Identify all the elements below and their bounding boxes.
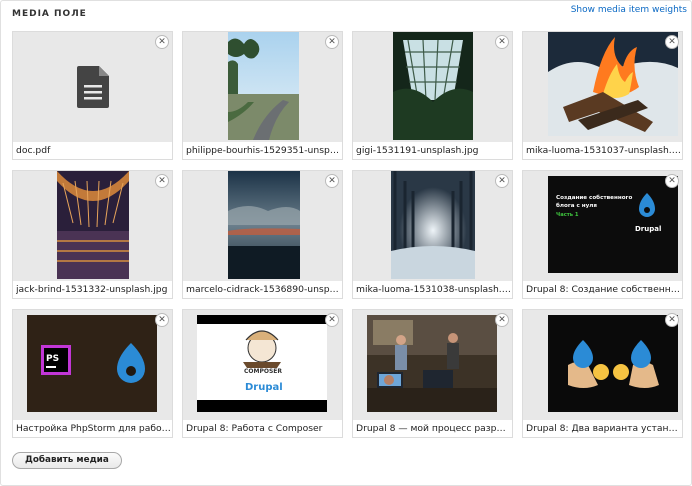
remove-button[interactable]: ✕ [155, 313, 169, 327]
remove-button[interactable]: ✕ [495, 174, 509, 188]
dev-process-video-thumbnail [353, 310, 512, 420]
media-item[interactable]: ✕ marcelo-cidrack-1536890-unsplash.jpg [182, 170, 343, 299]
media-thumbnail [13, 32, 172, 142]
media-label: mika-luoma-1531038-unsplash.jpg [356, 284, 511, 295]
show-weights-link[interactable]: Show media item weights [571, 5, 687, 15]
media-item[interactable]: PS ✕ Настройка PhpStorm для работы с Dru… [12, 309, 173, 438]
drupal-wordmark: Drupal [245, 382, 283, 393]
media-label: Drupal 8: Работа с Composer [186, 423, 323, 434]
media-label: marcelo-cidrack-1536890-unsplash.jpg [186, 284, 341, 295]
media-item[interactable]: COMPOSER Drupal ✕ Drupal 8: Работа с Com… [182, 309, 343, 438]
media-label: Drupal 8 — мой процесс разработки [356, 423, 511, 434]
remove-button[interactable]: ✕ [665, 174, 679, 188]
media-label: gigi-1531191-unsplash.jpg [356, 145, 479, 156]
media-thumbnail [183, 171, 342, 281]
install-video-thumbnail [523, 310, 682, 420]
media-thumbnail [353, 171, 512, 281]
remove-button[interactable]: ✕ [665, 35, 679, 49]
media-label: doc.pdf [16, 145, 51, 156]
phpstorm-video-thumbnail: PS [13, 310, 172, 420]
greenhouse-photo [353, 32, 512, 142]
blog-title-line1: Создание собственного [556, 194, 632, 201]
media-thumbnail [523, 32, 682, 142]
media-item[interactable]: ✕ Drupal 8: Два варианта установки [522, 309, 683, 438]
station-photo [13, 171, 172, 281]
add-media-button[interactable]: Добавить медиа [12, 452, 122, 469]
media-thumbnail: PS [13, 310, 172, 420]
document-icon [13, 32, 172, 142]
media-item[interactable]: ✕ mika-luoma-1531037-unsplash.jpg [522, 31, 683, 160]
remove-button[interactable]: ✕ [155, 174, 169, 188]
remove-button[interactable]: ✕ [325, 313, 339, 327]
phpstorm-letters: PS [46, 354, 59, 364]
remove-button[interactable]: ✕ [495, 313, 509, 327]
media-label: Настройка PhpStorm для работы с Drupal [16, 423, 171, 434]
media-item[interactable]: ✕ jack-brind-1531332-unsplash.jpg [12, 170, 173, 299]
media-label: philippe-bourhis-1529351-unsplash.jpg [186, 145, 341, 156]
media-item[interactable]: Создание собственного блога с нуля Часть… [522, 170, 683, 299]
composer-video-thumbnail: COMPOSER Drupal [183, 310, 342, 420]
remove-button[interactable]: ✕ [325, 35, 339, 49]
media-item[interactable]: ✕ doc.pdf [12, 31, 173, 160]
field-title: MEDIA ПОЛЕ [12, 9, 87, 19]
media-label: jack-brind-1531332-unsplash.jpg [16, 284, 168, 295]
media-label: Drupal 8: Создание собственного блога с … [526, 284, 681, 295]
remove-button[interactable]: ✕ [665, 313, 679, 327]
media-item[interactable]: ✕ mika-luoma-1531038-unsplash.jpg [352, 170, 513, 299]
media-thumbnail [353, 32, 512, 142]
sea-photo [183, 171, 342, 281]
media-thumbnail [183, 32, 342, 142]
media-label: Drupal 8: Два варианта установки [526, 423, 681, 434]
composer-wordmark: COMPOSER [244, 368, 282, 375]
blog-video-thumbnail: Создание собственного блога с нуля Часть… [523, 171, 682, 281]
remove-button[interactable]: ✕ [325, 174, 339, 188]
media-label: mika-luoma-1531037-unsplash.jpg [526, 145, 681, 156]
media-thumbnail [13, 171, 172, 281]
remove-button[interactable]: ✕ [495, 35, 509, 49]
media-field: MEDIA ПОЛЕ Show media item weights ✕ doc… [0, 0, 692, 486]
media-thumbnail [523, 310, 682, 420]
media-item[interactable]: ✕ gigi-1531191-unsplash.jpg [352, 31, 513, 160]
media-item[interactable]: ✕ philippe-bourhis-1529351-unsplash.jpg [182, 31, 343, 160]
campfire-photo [523, 32, 682, 142]
blog-title-line2: блога с нуля [556, 202, 597, 209]
media-thumbnail [353, 310, 512, 420]
blog-part-label: Часть 1 [556, 212, 579, 218]
media-item[interactable]: ✕ Drupal 8 — мой процесс разработки [352, 309, 513, 438]
snow-forest-photo [353, 171, 512, 281]
drupal-wordmark: Drupal [635, 225, 661, 233]
media-thumbnail: Создание собственного блога с нуля Часть… [523, 171, 682, 281]
remove-button[interactable]: ✕ [155, 35, 169, 49]
road-photo [183, 32, 342, 142]
media-thumbnail: COMPOSER Drupal [183, 310, 342, 420]
